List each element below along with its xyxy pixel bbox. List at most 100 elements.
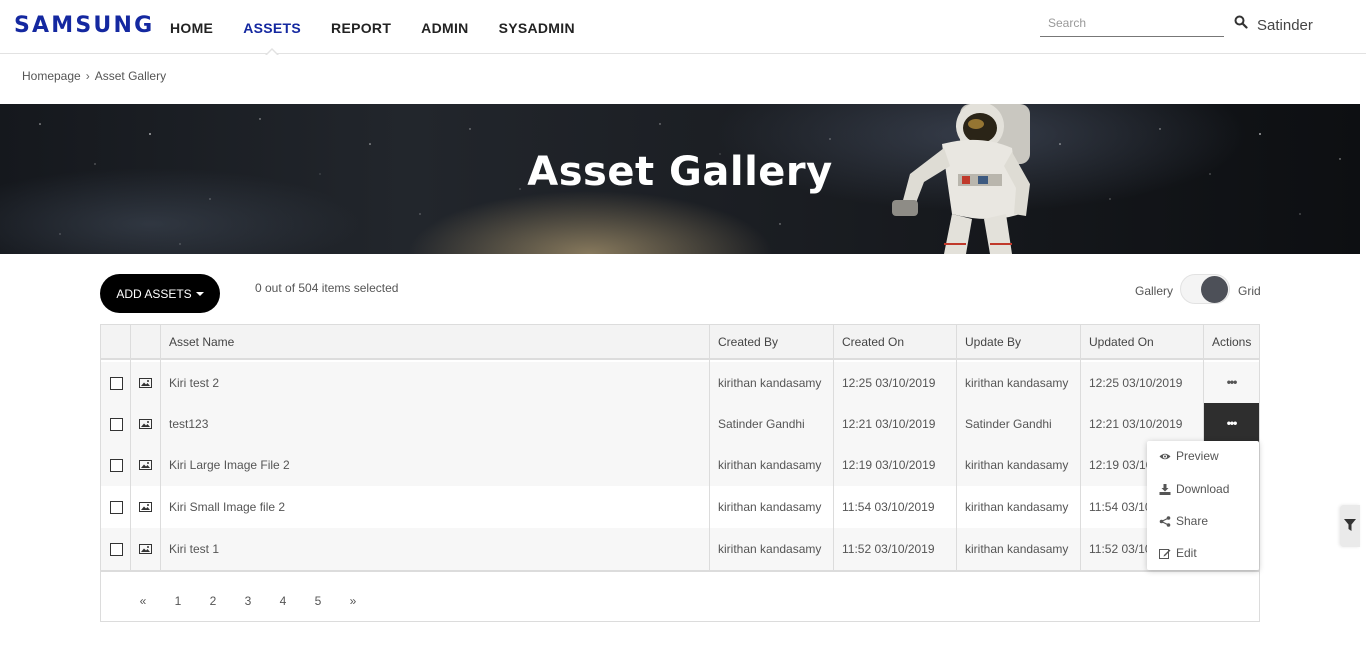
assets-table: Asset Name Created By Created On Update … — [100, 324, 1260, 622]
pagination-page-4[interactable]: 4 — [275, 594, 291, 608]
col-update-by[interactable]: Update By — [957, 325, 1081, 360]
breadcrumb: Homepage › Asset Gallery — [22, 69, 166, 83]
col-created-by[interactable]: Created By — [710, 325, 834, 360]
menu-item-share[interactable]: Share — [1147, 506, 1259, 536]
hero-banner: Asset Gallery — [0, 104, 1360, 254]
header-checkbox-col — [101, 325, 131, 360]
breadcrumb-homepage[interactable]: Homepage — [22, 69, 81, 83]
breadcrumb-current: Asset Gallery — [94, 69, 167, 83]
pagination-page-2[interactable]: 2 — [205, 594, 221, 608]
nav-report[interactable]: REPORT — [331, 0, 391, 54]
view-label-grid: Grid — [1238, 284, 1261, 298]
image-icon — [139, 460, 152, 470]
row-checkbox[interactable] — [110, 418, 123, 431]
table-row: Kiri test 2 kirithan kandasamy 12:25 03/… — [101, 362, 1259, 404]
user-name[interactable]: Satinder — [1257, 17, 1313, 34]
cell-updated-on: 11:52 03/10 — [1089, 542, 1152, 556]
cell-created-by: kirithan kandasamy — [718, 542, 822, 556]
row-checkbox[interactable] — [110, 377, 123, 390]
search-box — [1040, 12, 1224, 37]
column-divider — [833, 325, 834, 570]
cell-updated-on: 11:54 03/10 — [1089, 500, 1152, 514]
pagination-page-5[interactable]: 5 — [310, 594, 326, 608]
cell-updated-on: 12:25 03/10/2019 — [1089, 376, 1183, 390]
table-row: Kiri Large Image File 2 kirithan kandasa… — [101, 444, 1259, 486]
cell-created-by: kirithan kandasamy — [718, 458, 822, 472]
cell-created-on: 11:52 03/10/2019 — [842, 542, 935, 556]
pagination-next[interactable]: » — [345, 594, 361, 608]
nav-home[interactable]: HOME — [170, 0, 213, 54]
row-checkbox[interactable] — [110, 459, 123, 472]
nav-sysadmin[interactable]: SYSADMIN — [499, 0, 575, 54]
cell-asset-name[interactable]: Kiri test 1 — [161, 528, 219, 570]
col-created-on[interactable]: Created On — [834, 325, 957, 360]
row-checkbox[interactable] — [110, 543, 123, 556]
col-updated-on[interactable]: Updated On — [1081, 325, 1204, 360]
cell-asset-name[interactable]: test123 — [161, 403, 208, 445]
pagination: « 1 2 3 4 5 » — [101, 570, 1259, 621]
view-toggle-switch[interactable] — [1180, 274, 1230, 304]
cell-created-by: Satinder Gandhi — [718, 417, 805, 431]
cell-created-on: 12:19 03/10/2019 — [842, 458, 936, 472]
cell-created-on: 12:21 03/10/2019 — [842, 417, 936, 431]
add-assets-label: ADD ASSETS — [116, 286, 192, 301]
edit-icon — [1159, 548, 1171, 559]
menu-item-edit[interactable]: Edit — [1147, 538, 1259, 568]
menu-item-label: Download — [1176, 482, 1230, 496]
cell-created-by: kirithan kandasamy — [718, 376, 822, 390]
row-actions-button[interactable]: ••• — [1204, 403, 1259, 443]
selection-count: 0 out of 504 items selected — [255, 281, 399, 295]
search-icon[interactable] — [1234, 15, 1248, 29]
table-row: test123 Satinder Gandhi 12:21 03/10/2019… — [101, 403, 1259, 445]
cell-update-by: kirithan kandasamy — [965, 376, 1069, 390]
samsung-logo[interactable]: SAMSUNG — [14, 13, 154, 38]
image-icon — [139, 419, 152, 429]
nav-assets[interactable]: ASSETS — [243, 0, 301, 56]
pagination-prev[interactable]: « — [135, 594, 151, 608]
cell-update-by: kirithan kandasamy — [965, 542, 1069, 556]
add-assets-button[interactable]: ADD ASSETS — [100, 274, 220, 313]
cell-created-on: 11:54 03/10/2019 — [842, 500, 935, 514]
pagination-page-3[interactable]: 3 — [240, 594, 256, 608]
row-actions-button[interactable]: ••• — [1204, 362, 1259, 402]
cell-updated-on: 12:21 03/10/2019 — [1089, 417, 1183, 431]
eye-icon — [1159, 453, 1171, 459]
share-icon — [1159, 515, 1171, 527]
download-icon — [1159, 483, 1171, 495]
table-header: Asset Name Created By Created On Update … — [101, 325, 1259, 360]
search-input[interactable] — [1040, 12, 1224, 34]
filter-icon — [1344, 519, 1356, 531]
menu-item-download[interactable]: Download — [1147, 474, 1259, 504]
caret-down-icon — [195, 291, 204, 296]
filter-panel-toggle[interactable] — [1340, 505, 1360, 547]
column-divider — [160, 325, 161, 570]
image-icon — [139, 502, 152, 512]
more-icon: ••• — [1226, 416, 1238, 430]
cell-asset-name[interactable]: Kiri Small Image file 2 — [161, 486, 285, 528]
table-row: Kiri test 1 kirithan kandasamy 11:52 03/… — [101, 528, 1259, 570]
cell-updated-on: 12:19 03/10 — [1089, 458, 1153, 472]
pagination-page-1[interactable]: 1 — [170, 594, 186, 608]
image-icon — [139, 378, 152, 388]
row-actions-menu: Preview Download Share Edit — [1147, 441, 1259, 570]
more-icon: ••• — [1226, 375, 1238, 389]
cell-asset-name[interactable]: Kiri Large Image File 2 — [161, 444, 290, 486]
image-icon — [139, 544, 152, 554]
page-title: Asset Gallery — [527, 149, 833, 195]
view-label-gallery: Gallery — [1135, 284, 1174, 298]
breadcrumb-separator: › — [85, 69, 90, 83]
menu-item-preview[interactable]: Preview — [1147, 441, 1259, 471]
col-actions: Actions — [1212, 335, 1252, 349]
row-checkbox[interactable] — [110, 501, 123, 514]
table-row: Kiri Small Image file 2 kirithan kandasa… — [101, 486, 1259, 528]
col-asset-name[interactable]: Asset Name — [161, 325, 710, 360]
main-nav: HOME ASSETS REPORT ADMIN SYSADMIN — [170, 0, 605, 56]
cell-asset-name[interactable]: Kiri test 2 — [161, 362, 219, 404]
cell-update-by: kirithan kandasamy — [965, 500, 1069, 514]
nav-admin[interactable]: ADMIN — [421, 0, 468, 54]
menu-item-label: Preview — [1176, 449, 1219, 463]
header-type-col — [131, 325, 161, 360]
menu-item-label: Share — [1176, 514, 1209, 528]
column-divider — [130, 325, 131, 570]
column-divider — [956, 325, 957, 570]
